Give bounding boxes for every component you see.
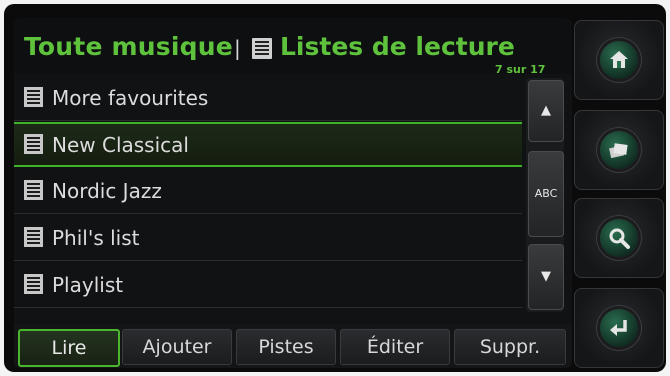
back-button[interactable] [574,288,664,368]
title-bar: Toute musique | Listes de lecture 7 sur … [14,18,572,76]
list-item-label: Phil's list [52,226,140,250]
playlist-icon [24,274,43,294]
device-frame: Toute musique | Listes de lecture 7 sur … [4,4,666,372]
play-button[interactable]: Lire [18,329,120,367]
action-bar: Lire Ajouter Pistes Éditer Suppr. [14,324,572,368]
playlist-icon [24,87,43,107]
scroll-down-button[interactable]: ▼ [528,244,564,310]
playlist-icon [24,180,43,200]
list-item[interactable]: More favourites [14,76,522,121]
list-item-label: Playlist [52,273,124,297]
list-item-selected[interactable]: New Classical [14,122,522,167]
tracks-button[interactable]: Pistes [236,329,336,365]
back-enter-icon [600,309,638,347]
home-icon [600,41,638,79]
tab-playlists[interactable]: Listes de lecture [280,32,515,61]
side-button-panel [574,20,666,368]
tab-all-music[interactable]: Toute musique [24,32,233,61]
scroll-up-button[interactable]: ▲ [528,80,564,142]
playlist-icon [24,134,43,154]
list-item[interactable]: Playlist [14,263,522,308]
search-icon [600,219,638,257]
edit-button[interactable]: Éditer [340,329,450,365]
list-item-label: More favourites [52,86,209,110]
list-item-label: Nordic Jazz [52,179,162,203]
list-item[interactable]: Phil's list [14,216,522,261]
title-separator: | [234,36,241,60]
playlist-icon [24,227,43,247]
add-button[interactable]: Ajouter [122,329,232,365]
media-source-icon [600,131,638,169]
list-item[interactable]: Nordic Jazz [14,169,522,214]
home-button[interactable] [574,20,664,100]
item-counter: 7 sur 17 [495,63,546,76]
media-source-button[interactable] [574,110,664,190]
alphabet-jump-button[interactable]: ABC [528,151,564,237]
main-screen: Toute musique | Listes de lecture 7 sur … [14,18,572,368]
playlist-icon [252,38,272,59]
scrollbar: ▲ ABC ▼ [526,78,564,312]
delete-button[interactable]: Suppr. [454,329,566,365]
list-item-label: New Classical [52,133,189,157]
search-button[interactable] [574,198,664,278]
